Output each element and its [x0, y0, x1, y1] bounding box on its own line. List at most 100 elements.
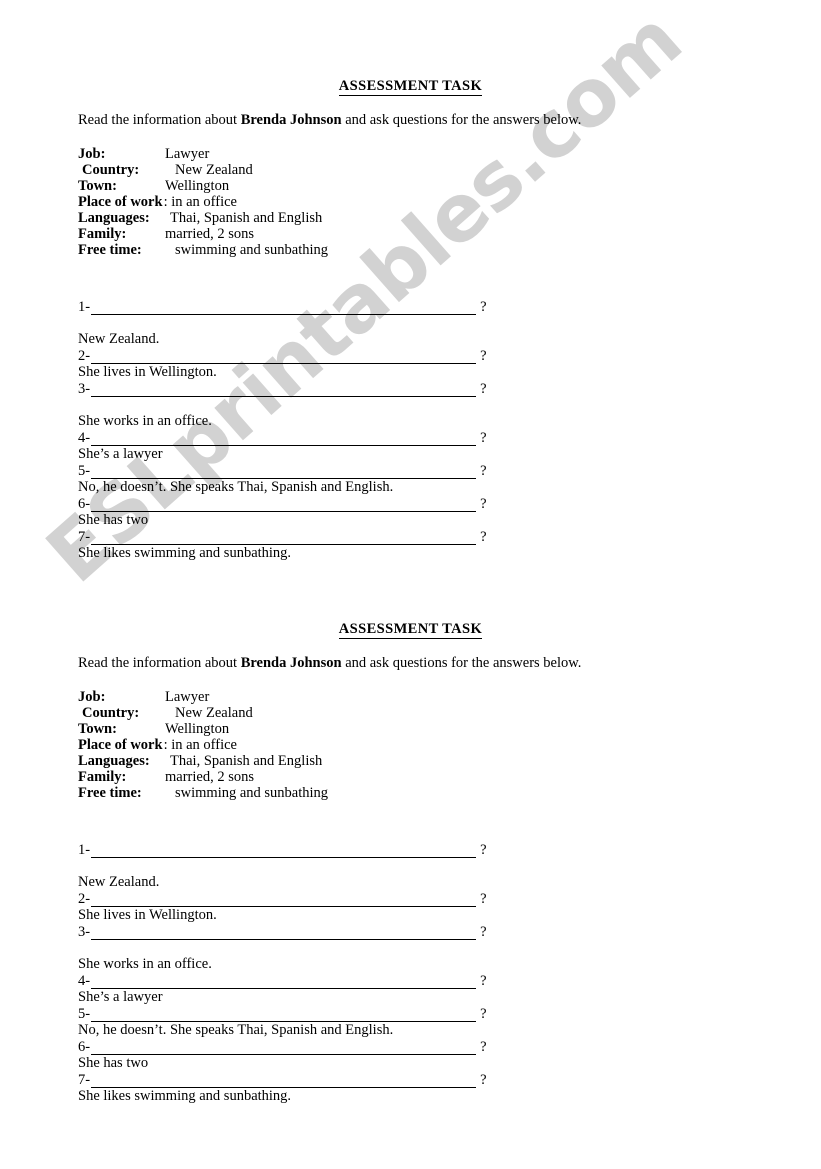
- question-item-5: 5- ? No, he doesn’t. She speaks Thai, Sp…: [78, 462, 821, 496]
- question-mark-7: ?: [480, 1072, 487, 1089]
- question-blank-rule-5[interactable]: [91, 1008, 477, 1023]
- question-line-2[interactable]: 2- ?: [78, 890, 821, 908]
- info-value-place-of-work: : in an office: [163, 736, 237, 753]
- answer-text-3: She works in an office.: [78, 956, 212, 973]
- question-blank-rule-1[interactable]: [91, 844, 477, 859]
- question-blank-rule-5[interactable]: [91, 465, 477, 480]
- page-title: ASSESSMENT TASK: [0, 0, 821, 96]
- question-line-1[interactable]: 1- ?: [78, 298, 821, 316]
- answer-text-5: No, he doesn’t. She speaks Thai, Spanish…: [78, 1022, 394, 1039]
- question-mark-1: ?: [480, 299, 487, 316]
- answer-text-6: She has two: [78, 1055, 149, 1072]
- answer-text-1: New Zealand.: [78, 331, 160, 348]
- question-item-3: 3- ? She works in an office.: [78, 380, 821, 430]
- question-mark-4: ?: [480, 430, 487, 447]
- question-item-4: 4- ? She’s a lawyer: [78, 972, 821, 1006]
- question-number-1: 1-: [78, 299, 91, 316]
- question-line-3[interactable]: 3- ?: [78, 380, 821, 398]
- question-line-4[interactable]: 4- ?: [78, 429, 821, 447]
- info-label-free-time: Free time:: [78, 242, 142, 259]
- question-blank-rule-2[interactable]: [91, 350, 477, 365]
- question-number-4: 4-: [78, 430, 91, 447]
- question-blank-rule-1[interactable]: [91, 301, 477, 316]
- question-line-6[interactable]: 6- ?: [78, 495, 821, 513]
- answer-text-5: No, he doesn’t. She speaks Thai, Spanish…: [78, 479, 394, 496]
- question-blank-rule-4[interactable]: [91, 975, 477, 990]
- question-line-5[interactable]: 5- ?: [78, 1005, 821, 1023]
- info-value-free-time: swimming and sunbathing: [175, 785, 329, 802]
- worksheet-copy-1: ASSESSMENT TASK Read the information abo…: [0, 0, 821, 561]
- info-label-free-time: Free time:: [78, 785, 142, 802]
- info-label-job: Job:: [78, 145, 106, 162]
- info-row-languages: Languages: Thai, Spanish and English: [78, 753, 821, 769]
- answer-text-4: She’s a lawyer: [78, 989, 163, 1006]
- question-line-6[interactable]: 6- ?: [78, 1038, 821, 1056]
- question-number-6: 6-: [78, 496, 91, 513]
- question-line-5[interactable]: 5- ?: [78, 462, 821, 480]
- question-mark-4: ?: [480, 973, 487, 990]
- info-value-languages: Thai, Spanish and English: [170, 210, 323, 227]
- intro-text-before: Read the information about: [78, 112, 241, 128]
- question-blank-rule-4[interactable]: [91, 432, 477, 447]
- question-blank-rule-3[interactable]: [91, 926, 477, 941]
- question-mark-3: ?: [480, 381, 487, 398]
- info-row-country: Country: New Zealand: [78, 705, 821, 721]
- info-value-job: Lawyer: [165, 145, 210, 162]
- question-line-4[interactable]: 4- ?: [78, 972, 821, 990]
- question-line-2[interactable]: 2- ?: [78, 347, 821, 365]
- question-blank-rule-6[interactable]: [91, 1041, 477, 1056]
- profile-info-list: Job: Lawyer Country: New Zealand Town: W…: [0, 672, 821, 802]
- question-number-5: 5-: [78, 1006, 91, 1023]
- info-row-town: Town: Wellington: [78, 721, 821, 737]
- info-value-place-of-work: : in an office: [163, 193, 237, 210]
- info-row-place-of-work: Place of work : in an office: [78, 737, 821, 753]
- info-value-country: New Zealand: [175, 704, 253, 721]
- question-number-1: 1-: [78, 842, 91, 859]
- intro-text-before: Read the information about: [78, 655, 241, 671]
- page-title-text: ASSESSMENT TASK: [338, 621, 483, 639]
- question-item-6: 6- ? She has two: [78, 1038, 821, 1072]
- info-label-languages: Languages:: [78, 753, 150, 770]
- info-value-job: Lawyer: [165, 688, 210, 705]
- question-number-5: 5-: [78, 463, 91, 480]
- question-number-2: 2-: [78, 348, 91, 365]
- intro-sentence: Read the information about Brenda Johnso…: [0, 638, 821, 672]
- info-value-languages: Thai, Spanish and English: [170, 753, 323, 770]
- intro-person-name: Brenda Johnson: [240, 112, 342, 128]
- question-number-7: 7-: [78, 1072, 91, 1089]
- question-number-6: 6-: [78, 1039, 91, 1056]
- question-mark-1: ?: [480, 842, 487, 859]
- profile-info-list: Job: Lawyer Country: New Zealand Town: W…: [0, 129, 821, 259]
- worksheet-page: ESLprintables.com ASSESSMENT TASK Read t…: [0, 0, 821, 1169]
- answer-text-4: She’s a lawyer: [78, 446, 163, 463]
- question-answer-list: 1- ? New Zealand. 2- ? She lives in Well…: [0, 801, 821, 1105]
- question-blank-rule-6[interactable]: [91, 498, 477, 513]
- info-label-country: Country:: [82, 161, 140, 178]
- question-item-3: 3- ? She works in an office.: [78, 923, 821, 973]
- page-title: ASSESSMENT TASK: [0, 543, 821, 639]
- question-blank-rule-7[interactable]: [91, 1074, 477, 1089]
- page-title-text: ASSESSMENT TASK: [338, 78, 483, 96]
- info-row-free-time: Free time: swimming and sunbathing: [78, 242, 821, 258]
- question-line-1[interactable]: 1- ?: [78, 841, 821, 859]
- question-line-7[interactable]: 7- ?: [78, 1071, 821, 1089]
- info-row-job: Job: Lawyer: [78, 146, 821, 162]
- worksheet-copy-2: ASSESSMENT TASK Read the information abo…: [0, 543, 821, 1104]
- question-item-1: 1- ? New Zealand.: [78, 298, 821, 348]
- question-mark-6: ?: [480, 496, 487, 513]
- question-number-4: 4-: [78, 973, 91, 990]
- question-line-3[interactable]: 3- ?: [78, 923, 821, 941]
- answer-text-2: She lives in Wellington.: [78, 907, 217, 924]
- question-blank-rule-2[interactable]: [91, 893, 477, 908]
- answer-text-6: She has two: [78, 512, 149, 529]
- answer-text-1: New Zealand.: [78, 874, 160, 891]
- info-row-family: Family: married, 2 sons: [78, 226, 821, 242]
- question-mark-6: ?: [480, 1039, 487, 1056]
- info-label-job: Job:: [78, 688, 106, 705]
- info-row-job: Job: Lawyer: [78, 689, 821, 705]
- intro-text-after: and ask questions for the answers below.: [341, 112, 582, 128]
- question-blank-rule-3[interactable]: [91, 383, 477, 398]
